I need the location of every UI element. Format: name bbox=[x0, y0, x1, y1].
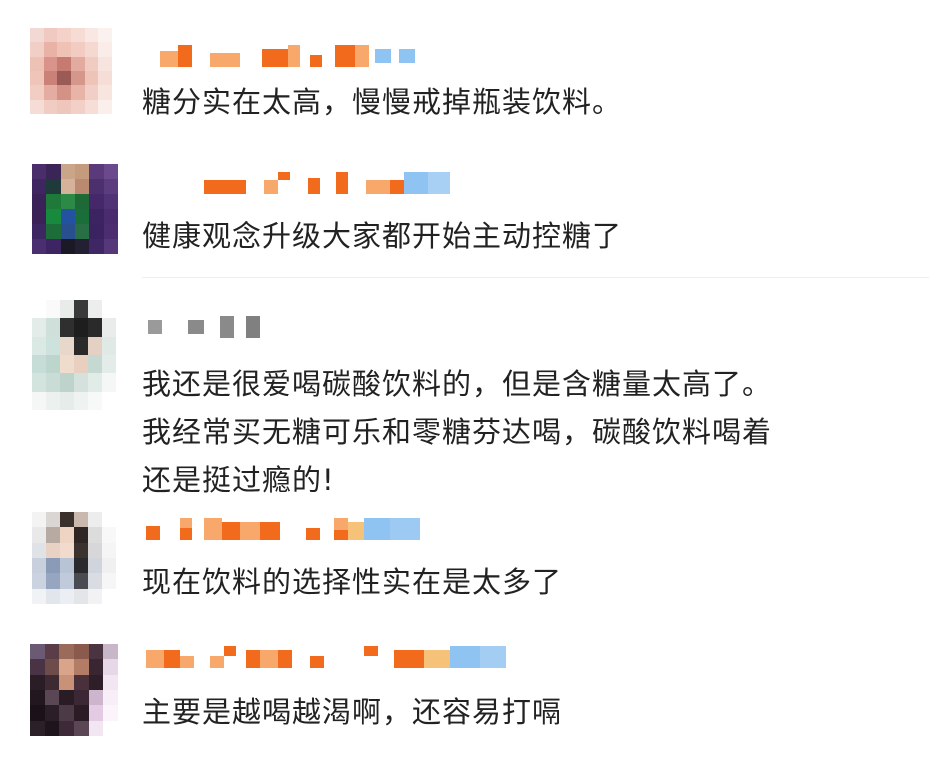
comment-text-line: 健康观念升级大家都开始主动控糖了 bbox=[142, 219, 623, 253]
comment-text-line: 还是挺过瘾的! bbox=[142, 463, 335, 497]
username-pixelated[interactable] bbox=[148, 316, 268, 338]
comment-text: 主要是越喝越渴啊，还容易打嗝 bbox=[142, 694, 562, 731]
username-pixelated[interactable] bbox=[160, 45, 460, 67]
comment-item-1: 糖分实在太高，慢慢戒掉瓶装饮料。 bbox=[0, 0, 929, 150]
avatar[interactable] bbox=[30, 28, 112, 114]
comment-item-3: 我还是很爱喝碳酸饮料的，但是含糖量太高了。 我经常买无糖可乐和零糖芬达喝，碳酸饮… bbox=[0, 290, 929, 500]
comment-item-5: 主要是越喝越渴啊，还容易打嗝 bbox=[0, 630, 929, 779]
comment-text-line: 糖分实在太高，慢慢戒掉瓶装饮料。 bbox=[142, 85, 623, 119]
comment-text-line: 我经常买无糖可乐和零糖芬达喝，碳酸饮料喝着 bbox=[142, 415, 773, 449]
comment-text: 糖分实在太高，慢慢戒掉瓶装饮料。 bbox=[142, 84, 622, 121]
username-pixelated[interactable] bbox=[146, 646, 516, 668]
comment-text: 健康观念升级大家都开始主动控糖了 bbox=[142, 218, 622, 255]
comment-text-line: 主要是越喝越渴啊，还容易打嗝 bbox=[142, 695, 563, 729]
avatar[interactable] bbox=[32, 512, 116, 604]
comment-text-line: 现在饮料的选择性实在是太多了 bbox=[142, 565, 563, 599]
comment-text-line: 我还是很爱喝碳酸饮料的，但是含糖量太高了。 bbox=[142, 367, 773, 401]
avatar[interactable] bbox=[32, 300, 116, 410]
avatar[interactable] bbox=[32, 164, 118, 254]
comment-item-4: 现在饮料的选择性实在是太多了 bbox=[0, 500, 929, 630]
username-pixelated[interactable] bbox=[204, 172, 464, 194]
divider bbox=[142, 277, 929, 278]
comment-text: 现在饮料的选择性实在是太多了 bbox=[142, 564, 562, 601]
comment-item-2: 健康观念升级大家都开始主动控糖了 bbox=[0, 150, 929, 280]
comment-text: 我还是很爱喝碳酸饮料的，但是含糖量太高了。 我经常买无糖可乐和零糖芬达喝，碳酸饮… bbox=[142, 360, 772, 504]
avatar[interactable] bbox=[30, 644, 118, 736]
username-pixelated[interactable] bbox=[146, 518, 426, 540]
